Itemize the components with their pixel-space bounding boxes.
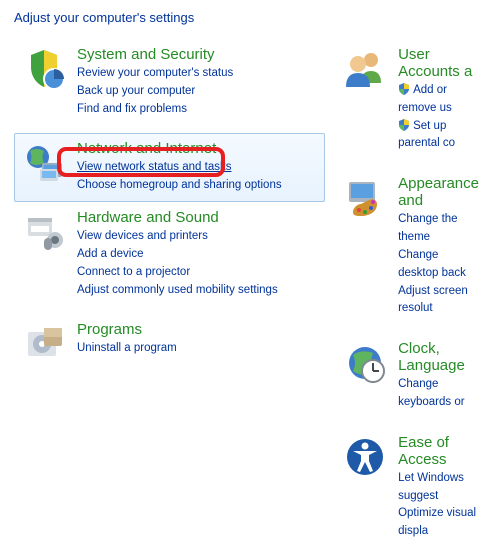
task-link[interactable]: Back up your computer <box>77 83 318 101</box>
programs-icon <box>21 321 67 367</box>
task-link[interactable]: Adjust screen resolut <box>398 283 479 319</box>
category-programs[interactable]: Programs Uninstall a program <box>14 314 325 382</box>
network-internet-icon <box>21 140 67 186</box>
task-link[interactable]: Adjust commonly used mobility settings <box>77 282 318 300</box>
task-link[interactable]: Add a device <box>77 246 318 264</box>
category-ease-of-access[interactable]: Ease of Access Let Windows suggest Optim… <box>335 427 486 556</box>
task-link[interactable]: Add or remove us <box>398 82 479 118</box>
category-hardware-sound[interactable]: Hardware and Sound View devices and prin… <box>14 202 325 314</box>
right-column: User Accounts a Add or remove us Set up … <box>325 39 486 556</box>
appearance-icon <box>342 175 388 221</box>
task-link-view-network-status[interactable]: View network status and tasks <box>77 159 318 177</box>
category-network-internet[interactable]: Network and Internet View network status… <box>14 133 325 202</box>
category-title[interactable]: Appearance and <box>398 175 479 209</box>
category-title[interactable]: Programs <box>77 321 318 338</box>
category-title[interactable]: User Accounts a <box>398 46 479 80</box>
category-title[interactable]: Network and Internet <box>77 140 318 157</box>
category-title[interactable]: System and Security <box>77 46 318 63</box>
task-link[interactable]: Let Windows suggest <box>398 470 479 506</box>
left-column: System and Security Review your computer… <box>14 39 325 556</box>
user-accounts-icon <box>342 46 388 92</box>
task-link[interactable]: View devices and printers <box>77 228 318 246</box>
task-link[interactable]: Review your computer's status <box>77 65 318 83</box>
task-link[interactable]: Choose homegroup and sharing options <box>77 177 318 195</box>
category-appearance[interactable]: Appearance and Change the theme Change d… <box>335 168 486 333</box>
task-link[interactable]: Uninstall a program <box>77 340 318 358</box>
category-clock-language[interactable]: Clock, Language Change keyboards or <box>335 333 486 427</box>
task-link[interactable]: Change the theme <box>398 211 479 247</box>
ease-of-access-icon <box>342 434 388 480</box>
category-system-security[interactable]: System and Security Review your computer… <box>14 39 325 133</box>
hardware-sound-icon <box>21 209 67 255</box>
task-link[interactable]: Optimize visual displa <box>398 505 479 541</box>
task-link[interactable]: Connect to a projector <box>77 264 318 282</box>
category-title[interactable]: Ease of Access <box>398 434 479 468</box>
category-title[interactable]: Clock, Language <box>398 340 479 374</box>
clock-language-icon <box>342 340 388 386</box>
page-title: Adjust your computer's settings <box>14 10 486 25</box>
system-security-icon <box>21 46 67 92</box>
category-title[interactable]: Hardware and Sound <box>77 209 318 226</box>
uac-shield-icon <box>398 119 410 131</box>
task-link[interactable]: Change desktop back <box>398 247 479 283</box>
task-link[interactable]: Find and fix problems <box>77 101 318 119</box>
task-link[interactable]: Change keyboards or <box>398 376 479 412</box>
task-link[interactable]: Set up parental co <box>398 118 479 154</box>
category-user-accounts[interactable]: User Accounts a Add or remove us Set up … <box>335 39 486 168</box>
uac-shield-icon <box>398 83 410 95</box>
